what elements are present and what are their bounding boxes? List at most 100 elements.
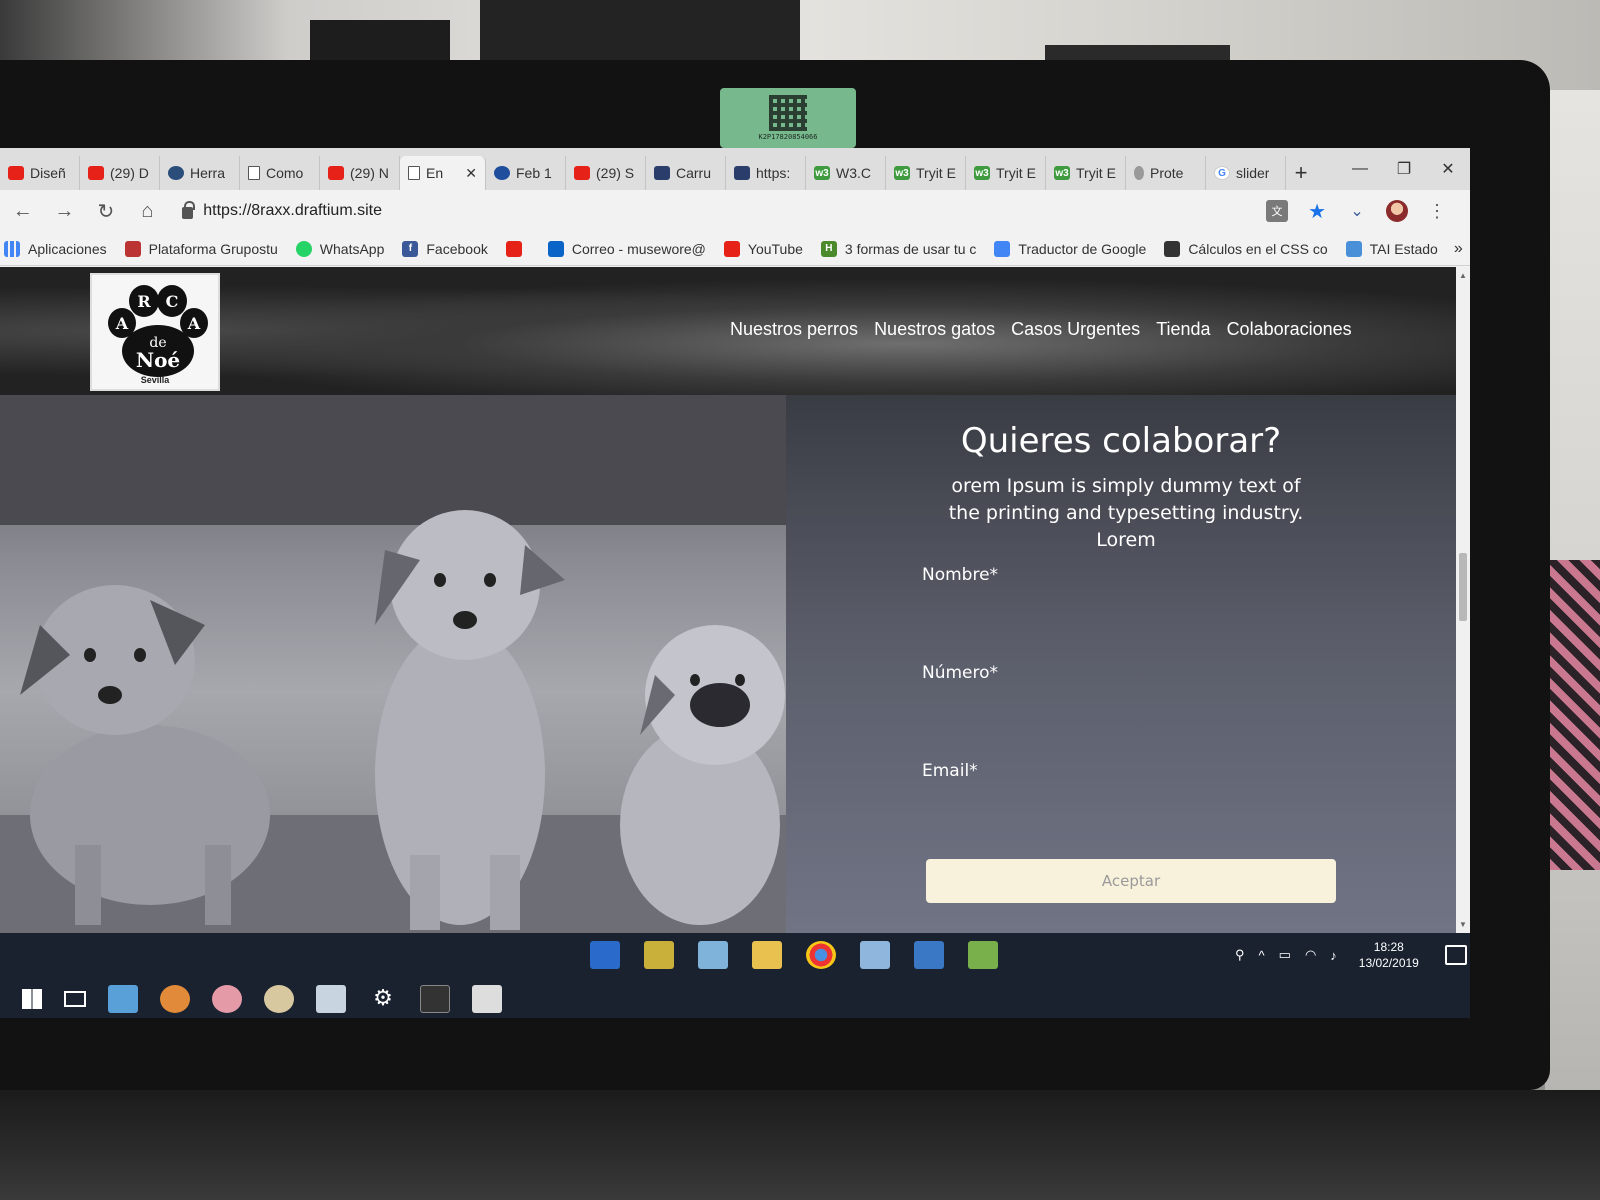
bookmark-item[interactable]: H 3 formas de usar tu c — [820, 240, 976, 257]
browser-tab[interactable]: En ✕ — [400, 156, 486, 190]
task-view-icon[interactable] — [64, 990, 86, 1007]
qr-sticker-code: K2P17820854066 — [758, 133, 818, 141]
notes-app-icon[interactable] — [644, 941, 674, 969]
browser-tab[interactable]: w3 Tryit E — [966, 156, 1046, 190]
minimize-button[interactable]: — — [1338, 160, 1382, 178]
computer-app-icon[interactable] — [108, 984, 138, 1013]
home-button[interactable]: ⌂ — [131, 194, 165, 228]
nombre-label: Nombre* — [922, 565, 999, 585]
palette-app-icon[interactable] — [212, 984, 242, 1013]
bookmark-item[interactable]: WhatsApp — [295, 240, 385, 257]
chevron-up-icon[interactable]: ^ — [1259, 948, 1265, 963]
logo-letter: A — [187, 314, 201, 333]
settings-gear-icon[interactable]: ⚙ — [368, 985, 398, 1013]
vscode-app-icon[interactable] — [590, 941, 620, 969]
bookmark-label: Facebook — [426, 240, 488, 257]
bookmark-item[interactable]: f Facebook — [402, 240, 488, 257]
browser-tab[interactable]: (29) S — [566, 156, 646, 190]
bookmark-item[interactable]: Correo - musewore@ — [547, 240, 706, 257]
facebook-icon: f — [402, 240, 419, 257]
nav-link-perros[interactable]: Nuestros perros — [730, 319, 858, 340]
browser-tab[interactable]: Gslider — [1206, 156, 1286, 190]
bookmark-item[interactable]: Aplicaciones — [4, 240, 107, 257]
folder-app-icon[interactable] — [752, 941, 782, 969]
tab-close-icon[interactable]: ✕ — [465, 165, 477, 182]
browser-tab[interactable]: Carru — [646, 156, 726, 190]
tn-icon — [124, 240, 141, 257]
windows-start-icon[interactable] — [22, 988, 42, 1009]
notification-center-icon[interactable] — [1444, 945, 1467, 965]
document-icon — [408, 166, 420, 180]
restore-button[interactable]: ❐ — [1382, 159, 1426, 179]
bookmark-item[interactable]: YouTube — [723, 240, 803, 257]
address-bar[interactable]: https://8raxx.draftium.site — [172, 195, 1259, 227]
battery-icon[interactable]: ▭ — [1279, 947, 1291, 963]
taskbar-clock[interactable]: 18:28 13/02/2019 — [1359, 939, 1419, 971]
address-url[interactable]: https://8raxx.draftium.site — [203, 202, 382, 220]
profile-avatar[interactable] — [1386, 200, 1409, 222]
browser-tab[interactable]: Feb 1 — [486, 156, 566, 190]
browser-tab[interactable]: Como — [240, 156, 320, 190]
nav-link-urgentes[interactable]: Casos Urgentes — [1011, 319, 1140, 340]
nombre-field[interactable] — [922, 591, 1332, 625]
scrollbar-thumb[interactable] — [1459, 553, 1467, 621]
scroll-down-icon[interactable]: ▼ — [1459, 920, 1467, 929]
close-window-button[interactable]: ✕ — [1426, 159, 1470, 179]
site-logo[interactable]: A R C A de Noé Sevilla — [90, 273, 220, 391]
scroll-up-icon[interactable]: ▲ — [1459, 271, 1467, 280]
toolbar-actions: 文 ★ ⌄ ⋮ — [1266, 200, 1470, 223]
tool-app-icon[interactable] — [914, 941, 944, 969]
bookmark-label: WhatsApp — [319, 240, 385, 257]
window-app-icon[interactable] — [860, 941, 890, 969]
bookmark-item[interactable]: Traductor de Google — [994, 240, 1146, 257]
calculator-app-icon[interactable] — [472, 984, 502, 1013]
nav-link-gatos[interactable]: Nuestros gatos — [874, 319, 995, 340]
email-field[interactable] — [922, 787, 1332, 821]
puppy-right — [620, 625, 785, 925]
menu-kebab-icon[interactable]: ⋮ — [1426, 200, 1448, 222]
browser-tab[interactable]: w3 W3.C — [806, 156, 886, 190]
bookmarks-overflow-button[interactable]: » — [1454, 240, 1470, 258]
wifi-icon[interactable]: ◠ — [1305, 947, 1316, 963]
hand-app-icon[interactable] — [160, 984, 190, 1013]
bookmark-star-icon[interactable]: ★ — [1306, 200, 1328, 223]
people-icon[interactable]: ⚲ — [1235, 947, 1245, 963]
new-tab-button[interactable]: + — [1286, 156, 1316, 190]
home-icon: ⌂ — [141, 199, 154, 222]
nav-link-tienda[interactable]: Tienda — [1156, 319, 1210, 340]
reload-button[interactable]: ↻ — [89, 194, 123, 228]
terminal-app-icon[interactable] — [420, 984, 450, 1013]
nav-link-colaboraciones[interactable]: Colaboraciones — [1227, 319, 1352, 340]
browser-tab[interactable]: https: — [726, 156, 806, 190]
paper-app-icon[interactable] — [698, 941, 728, 969]
browser-tab[interactable]: Prote — [1126, 156, 1206, 190]
browser-tab[interactable]: (29) N — [320, 156, 400, 190]
bookmark-label: Cálculos en el CSS co — [1188, 240, 1328, 257]
browser-tab[interactable]: w3 Tryit E — [1046, 156, 1126, 190]
browser-tab[interactable]: Diseñ — [0, 156, 80, 190]
tab-label: Tryit E — [996, 165, 1036, 181]
paint-app-icon[interactable] — [264, 984, 294, 1013]
tab-label: Tryit E — [916, 165, 956, 181]
bookmark-item[interactable]: TAI Estado — [1345, 240, 1438, 257]
numero-field[interactable] — [922, 689, 1332, 723]
browser-tab[interactable]: (29) D — [80, 156, 160, 190]
back-button[interactable]: ← — [6, 194, 40, 228]
chrome-app-icon[interactable] — [806, 941, 836, 969]
notepad-app-icon[interactable] — [316, 984, 346, 1013]
bookmark-item[interactable] — [505, 240, 530, 257]
leaf-app-icon[interactable] — [968, 941, 998, 969]
css-icon — [1164, 240, 1181, 257]
submit-button[interactable]: Aceptar — [926, 859, 1336, 903]
translate-icon[interactable]: 文 — [1266, 200, 1289, 222]
page-scrollbar[interactable]: ▲ ▼ — [1456, 267, 1470, 933]
browser-tab[interactable]: w3 Tryit E — [886, 156, 966, 190]
browser-tab[interactable]: Herra — [160, 156, 240, 190]
bookmark-item[interactable]: Plataforma Grupostu — [124, 240, 278, 257]
forward-button[interactable]: → — [48, 194, 82, 228]
pocket-extension-icon[interactable]: ⌄ — [1346, 200, 1368, 222]
bookmark-item[interactable]: Cálculos en el CSS co — [1164, 240, 1328, 257]
tab-strip: Diseñ (29) D Herra Como (29) N En ✕ Feb 1 (29) S… — [0, 148, 1470, 190]
volume-icon[interactable]: ♪ — [1330, 948, 1337, 963]
tab-label: Como — [266, 165, 304, 181]
